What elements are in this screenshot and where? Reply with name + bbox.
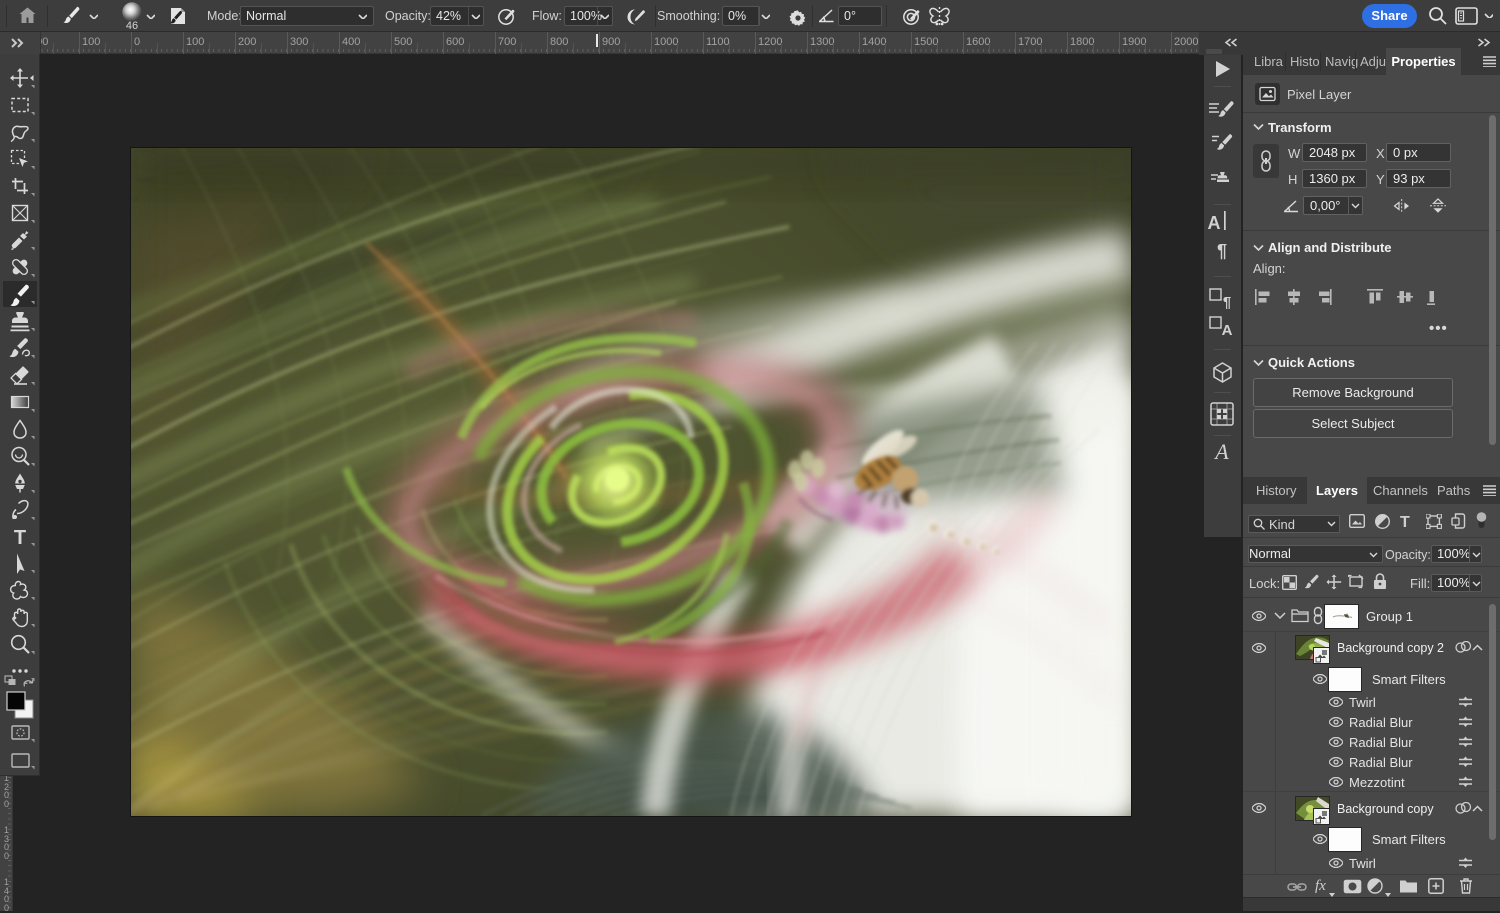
svg-text:A: A: [1213, 439, 1229, 464]
svg-text:¶: ¶: [1217, 241, 1227, 261]
svg-text:A: A: [1208, 213, 1221, 233]
svg-text:¶: ¶: [1223, 294, 1231, 311]
svg-text:A: A: [1222, 322, 1233, 339]
svg-text:T: T: [14, 527, 26, 549]
